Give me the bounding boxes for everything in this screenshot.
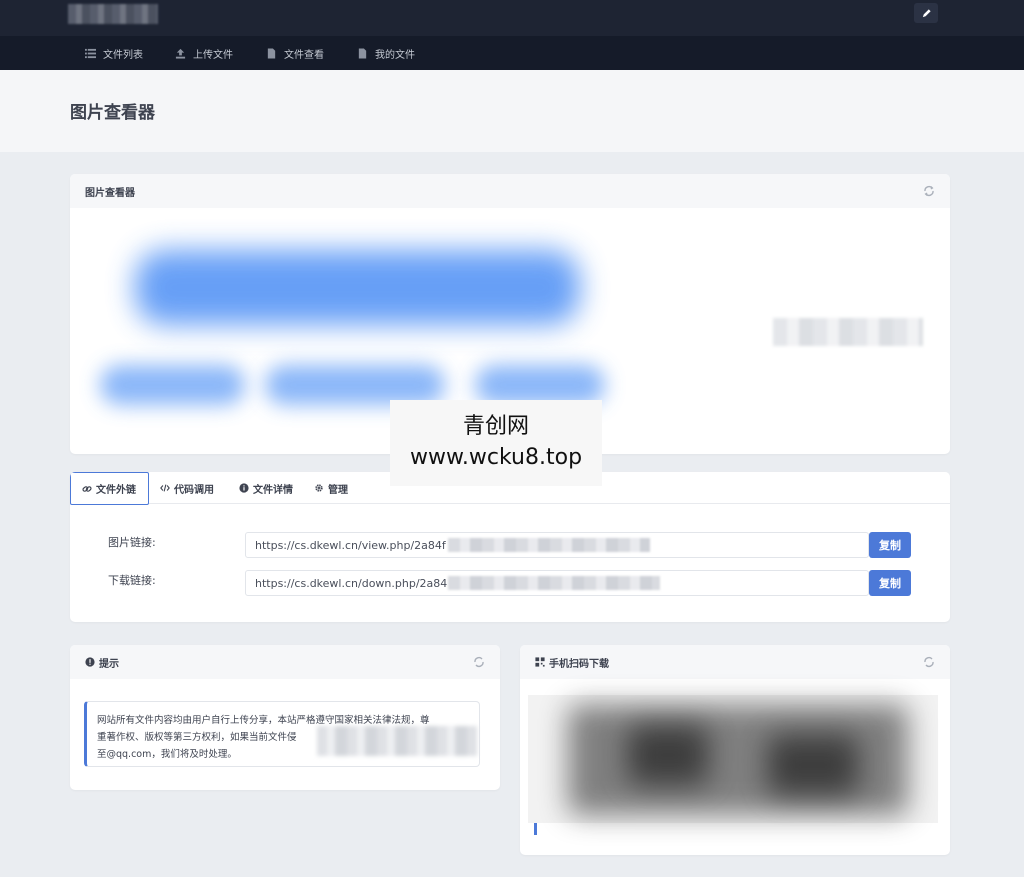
nav-file-view[interactable]: 文件查看 [266,36,324,70]
card-title: 图片查看器 [85,187,135,199]
link-icon [82,485,92,492]
qrcode-icon [535,657,545,667]
tab-file-details[interactable]: 文件详情 [239,472,293,504]
image-caption [773,318,923,346]
nav-label: 文件列表 [103,49,143,61]
watermark-text: 青创网 [462,414,529,439]
card-header: 手机扫码下载 [520,645,950,679]
upload-icon [175,48,186,59]
tab-label: 管理 [328,484,348,496]
copy-download-link-button[interactable]: 复制 [869,570,911,596]
tip-card: 提示 网站所有文件内容均由用户自行上传分享，本站严格遵守国家相关法律法规，尊 重… [70,645,500,790]
card-title: 手机扫码下载 [549,658,609,670]
site-logo[interactable] [68,4,158,24]
tab-manage[interactable]: 管理 [314,472,348,504]
qr-code-image [528,695,938,823]
image-link-value: https://cs.dkewl.cn/view.php/2a84f [255,538,446,552]
tab-label: 代码调用 [174,484,214,496]
redaction-mask [317,726,477,756]
refresh-icon[interactable] [923,656,935,668]
redaction-mask [448,576,660,590]
download-link-label: 下载链接: [108,574,156,587]
file-icon [267,47,276,59]
list-icon [85,48,96,58]
nav-label: 我的文件 [375,49,415,61]
accent-bar [534,823,537,835]
card-header: 提示 [70,645,500,679]
nav-upload[interactable]: 上传文件 [175,36,233,70]
pencil-icon [922,8,931,17]
card-header: 图片查看器 [70,174,950,208]
top-header [0,0,1024,36]
main-nav: 文件列表 上传文件 文件查看 我的文件 [0,36,1024,70]
image-link-label: 图片链接: [108,536,156,549]
nav-file-list[interactable]: 文件列表 [85,36,143,70]
nav-label: 上传文件 [193,49,233,61]
redaction-mask [448,538,650,552]
card-title: 提示 [99,658,119,670]
qr-card: 手机扫码下载 [520,645,950,855]
download-link-value: https://cs.dkewl.cn/down.php/2a84 [255,576,448,590]
watermark-overlay: 青创网 www.wcku8.top [390,400,602,486]
code-icon [160,484,170,492]
refresh-icon[interactable] [923,185,935,197]
info-icon [85,657,95,667]
copy-image-link-button[interactable]: 复制 [869,532,911,558]
tab-label: 文件详情 [253,484,293,496]
watermark-url: www.wcku8.top [409,445,583,470]
info-icon [239,483,249,493]
tab-file-link[interactable]: 文件外链 [70,472,149,505]
edit-button[interactable] [914,3,938,23]
tab-code[interactable]: 代码调用 [160,472,214,504]
gear-icon [315,484,323,492]
nav-label: 文件查看 [284,49,324,61]
links-card: 文件外链 代码调用 文件详情 管理 图片链接: https://cs.dkewl… [70,472,950,622]
page-hero: 图片查看器 [0,70,1024,152]
file-icon [358,47,367,59]
tab-label: 文件外链 [96,485,136,496]
preview-image[interactable] [90,230,615,420]
tip-message: 网站所有文件内容均由用户自行上传分享，本站严格遵守国家相关法律法规，尊 重著作权… [84,701,480,767]
nav-my-files[interactable]: 我的文件 [357,36,415,70]
page-title: 图片查看器 [70,103,155,123]
refresh-icon[interactable] [473,656,485,668]
